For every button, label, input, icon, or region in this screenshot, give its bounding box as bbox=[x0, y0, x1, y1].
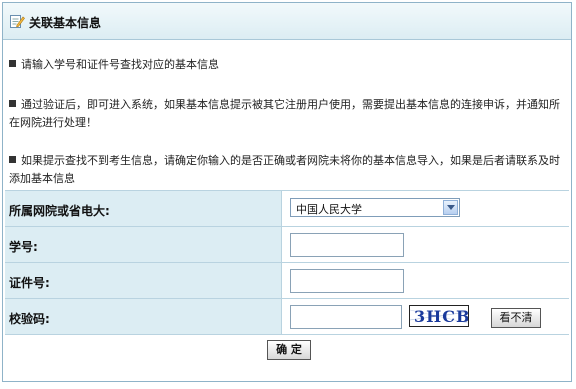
instruction-item: 通过验证后，即可进入系统，如果基本信息提示被其它注册用户使用，需要提出基本信息的… bbox=[9, 96, 563, 132]
captcha-input[interactable] bbox=[290, 305, 402, 329]
captcha-image: 3HCB bbox=[409, 305, 470, 327]
captcha-value-cell: 3HCB 看不清 bbox=[283, 299, 569, 335]
chevron-down-icon[interactable] bbox=[443, 200, 458, 215]
instruction-text: 请输入学号和证件号查找对应的基本信息 bbox=[21, 58, 219, 71]
cert-label-cell: 证件号: bbox=[5, 263, 282, 299]
student-id-label: 学号: bbox=[9, 240, 38, 254]
edit-note-icon bbox=[9, 13, 25, 29]
link-basic-info-panel: 关联基本信息 请输入学号和证件号查找对应的基本信息 通过验证后，即可进入系统，如… bbox=[2, 2, 572, 382]
cert-value-cell bbox=[283, 263, 569, 299]
bullet-square-icon bbox=[9, 100, 16, 107]
student-id-label-cell: 学号: bbox=[5, 227, 282, 263]
cert-label: 证件号: bbox=[9, 276, 50, 290]
school-selected-value: 中国人民大学 bbox=[296, 203, 362, 216]
cert-number-input[interactable] bbox=[290, 269, 404, 293]
school-label-cell: 所属网院或省电大: bbox=[5, 191, 282, 227]
student-id-value-cell bbox=[283, 227, 569, 263]
panel-header: 关联基本信息 bbox=[3, 3, 571, 40]
instructions: 请输入学号和证件号查找对应的基本信息 通过验证后，即可进入系统，如果基本信息提示… bbox=[3, 40, 571, 190]
submit-button[interactable]: 确 定 bbox=[267, 340, 311, 360]
school-select[interactable]: 中国人民大学 bbox=[290, 198, 460, 217]
captcha-text: 3HCB bbox=[414, 307, 468, 326]
cert-row: 证件号: bbox=[5, 262, 569, 299]
refresh-captcha-button[interactable]: 看不清 bbox=[491, 308, 541, 328]
captcha-label: 校验码: bbox=[9, 312, 50, 326]
instruction-item: 请输入学号和证件号查找对应的基本信息 bbox=[9, 56, 563, 74]
student-id-row: 学号: bbox=[5, 226, 569, 263]
submit-row: 确 定 bbox=[5, 334, 569, 363]
school-value-cell: 中国人民大学 bbox=[283, 191, 569, 227]
captcha-label-cell: 校验码: bbox=[5, 299, 282, 335]
bullet-square-icon bbox=[9, 60, 16, 67]
captcha-row: 校验码: 3HCB 看不清 bbox=[5, 298, 569, 335]
school-label: 所属网院或省电大: bbox=[9, 204, 110, 218]
panel-title: 关联基本信息 bbox=[29, 16, 102, 30]
school-row: 所属网院或省电大: 中国人民大学 bbox=[5, 190, 569, 227]
instruction-text: 如果提示查找不到考生信息，请确定你输入的是否正确或者网院未将你的基本信息导入，如… bbox=[9, 154, 560, 185]
instruction-item: 如果提示查找不到考生信息，请确定你输入的是否正确或者网院未将你的基本信息导入，如… bbox=[9, 152, 563, 188]
bullet-square-icon bbox=[9, 156, 16, 163]
instruction-text: 通过验证后，即可进入系统，如果基本信息提示被其它注册用户使用，需要提出基本信息的… bbox=[9, 98, 560, 129]
student-id-input[interactable] bbox=[290, 233, 404, 257]
